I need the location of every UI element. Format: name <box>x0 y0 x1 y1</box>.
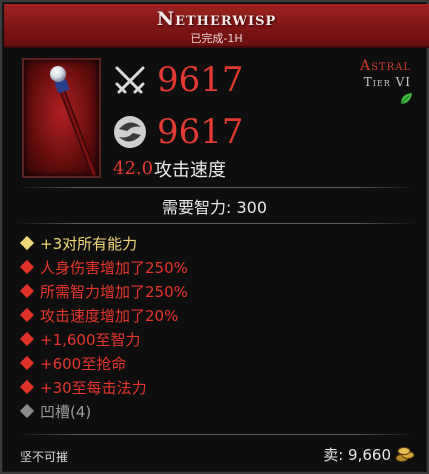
diamond-bullet-icon <box>19 331 35 347</box>
affix-text: 所需智力增加了250% <box>40 282 188 301</box>
gold-coins-icon <box>395 447 415 462</box>
affix-text: +600至抢命 <box>40 354 127 373</box>
tooltip-header: Netherwisp 已完成-1H <box>4 4 429 48</box>
affix-item: +30至每击法力 <box>19 375 420 399</box>
crossed-swords-icon <box>115 66 145 94</box>
attack-speed-value: 42.0 <box>113 158 154 179</box>
attack-speed-label: 攻击速度 <box>154 160 226 181</box>
affix-item: +600至抢命 <box>19 351 420 375</box>
diamond-bullet-icon <box>19 355 35 371</box>
item-subtitle: 已完成-1H <box>190 32 243 45</box>
staff-icon <box>50 66 97 176</box>
affix-text: +30至每击法力 <box>40 378 147 397</box>
affix-item: +1,600至智力 <box>19 327 420 351</box>
diamond-bullet-icon <box>19 259 35 275</box>
affix-item: 所需智力增加了250% <box>19 279 420 303</box>
socket-text: 凹槽(4) <box>40 402 92 421</box>
sell-price: 卖: 9,660 <box>323 446 391 464</box>
diamond-bullet-icon <box>19 379 35 395</box>
item-tooltip: Netherwisp 已完成-1H 9617 9617 42.0 攻击速度 As… <box>0 0 429 474</box>
affix-item: 攻击速度增加了20% <box>19 303 420 327</box>
affix-item: +3对所有能力 <box>19 231 420 255</box>
affix-item: 人身伤害增加了250% <box>19 255 420 279</box>
affix-text: +3对所有能力 <box>40 234 138 253</box>
diamond-bullet-icon <box>19 403 35 419</box>
item-icon[interactable] <box>22 58 101 178</box>
affix-item: 凹槽(4) <box>19 399 420 423</box>
item-name: Netherwisp <box>156 8 277 30</box>
divider <box>16 223 416 224</box>
affix-text: +1,600至智力 <box>40 330 141 349</box>
swirl-shield-icon <box>114 116 146 148</box>
diamond-bullet-icon <box>19 283 35 299</box>
requirement-text: 需要智力: 300 <box>161 198 268 217</box>
affix-text: 攻击速度增加了20% <box>40 306 179 325</box>
divider <box>16 434 416 435</box>
diamond-bullet-icon <box>19 235 35 251</box>
damage-value: 9617 <box>157 60 244 100</box>
affix-list: +3对所有能力 人身伤害增加了250% 所需智力增加了250% 攻击速度增加了2… <box>19 231 420 423</box>
rarity-label: Astral <box>359 58 411 74</box>
durability-text: 坚不可摧 <box>20 450 69 464</box>
divider <box>16 187 416 188</box>
tier-label: Tier VI <box>363 75 411 89</box>
diamond-bullet-icon <box>19 307 35 323</box>
leaf-icon <box>400 93 412 105</box>
affix-text: 人身伤害增加了250% <box>40 258 188 277</box>
defense-value: 9617 <box>157 112 244 152</box>
